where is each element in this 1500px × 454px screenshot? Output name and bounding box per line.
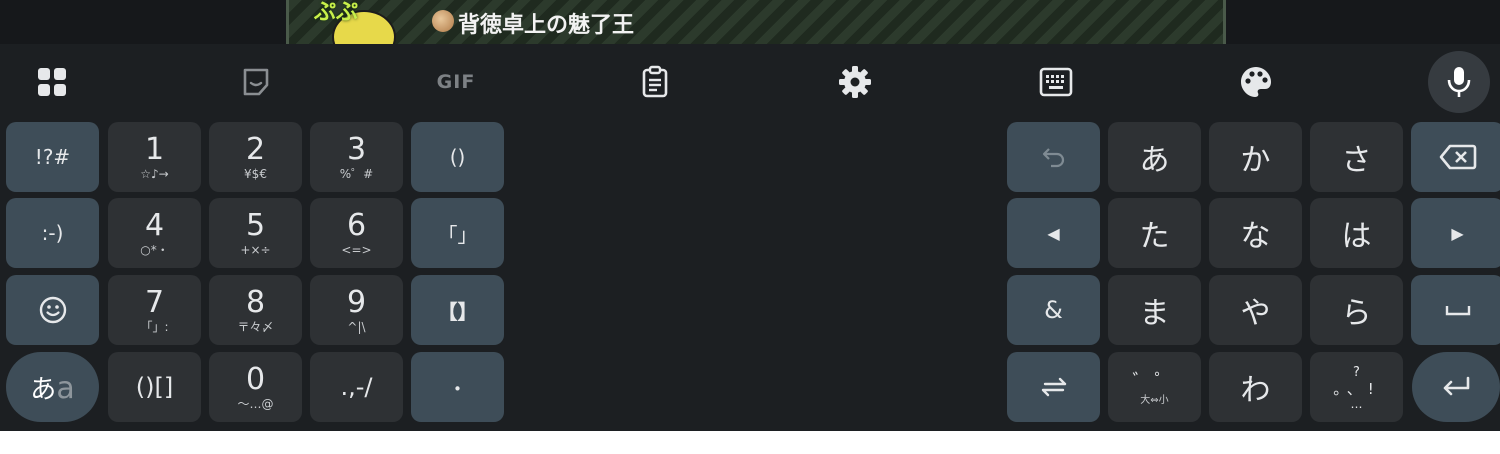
banner-sticker-text: ぷぷ	[314, 0, 359, 25]
settings-gear-icon[interactable]	[835, 62, 875, 102]
enter-return-icon	[1443, 376, 1470, 396]
key-0[interactable]: 0 〜…@	[209, 352, 302, 422]
kana-wa-key[interactable]: わ	[1209, 352, 1302, 422]
kana-na-key[interactable]: な	[1209, 198, 1302, 268]
brackets-key[interactable]: ()[]	[108, 352, 201, 422]
kana-sa-key[interactable]: さ	[1310, 122, 1403, 192]
key-7[interactable]: 7 「」:	[108, 275, 201, 345]
paren-key[interactable]: ()	[411, 122, 504, 192]
apps-grid-icon[interactable]	[32, 62, 72, 102]
enter-key[interactable]	[1412, 352, 1500, 422]
kana-punctuation-key[interactable]: ? 。、! …	[1310, 352, 1403, 422]
key-3[interactable]: 3 %゜#	[310, 122, 403, 192]
swap-arrows-icon	[1041, 377, 1066, 397]
kana-a-key[interactable]: あ	[1108, 122, 1201, 192]
kana-ya-key[interactable]: や	[1209, 275, 1302, 345]
space-key[interactable]: ␣	[1411, 275, 1500, 345]
ampersand-key[interactable]: &	[1007, 275, 1100, 345]
key-8[interactable]: 8 〒々〆	[209, 275, 302, 345]
punctuation-key[interactable]: .,-/	[310, 352, 403, 422]
middle-dot-key[interactable]: ・	[411, 352, 504, 422]
kana-ma-key[interactable]: ま	[1108, 275, 1201, 345]
undo-key[interactable]	[1007, 122, 1100, 192]
smiley-face-icon	[39, 296, 66, 324]
kana-ta-key[interactable]: た	[1108, 198, 1201, 268]
kagi-bracket-key[interactable]: 「」	[411, 198, 504, 268]
key-6[interactable]: 6 <=>	[310, 198, 403, 268]
key-1[interactable]: 1 ☆♪→	[108, 122, 201, 192]
key-5[interactable]: 5 +×÷	[209, 198, 302, 268]
clipboard-icon[interactable]	[635, 62, 675, 102]
sumitsuki-bracket-key[interactable]: 【】	[411, 275, 504, 345]
banner-title: 背徳卓上の魅了王	[458, 13, 635, 38]
swap-direction-key[interactable]	[1007, 352, 1100, 422]
dakuten-key[interactable]: ゛゜ 大⇔小	[1108, 352, 1201, 422]
emoji-key[interactable]	[6, 275, 99, 345]
kana-ha-key[interactable]: は	[1310, 198, 1403, 268]
kana-ra-key[interactable]: ら	[1310, 275, 1403, 345]
key-9[interactable]: 9 ^|\	[310, 275, 403, 345]
symbols-key[interactable]: !?#	[6, 122, 99, 192]
cursor-left-key[interactable]: ◀	[1007, 198, 1100, 268]
key-2[interactable]: 2 ¥$€	[209, 122, 302, 192]
microphone-icon[interactable]	[1428, 51, 1490, 113]
theme-palette-icon[interactable]	[1236, 62, 1276, 102]
gif-icon[interactable]: GIF	[434, 62, 478, 102]
keyboard: GIF !?# 1 ☆♪→ 2 ¥$€ 3 %゜# ():-) 4 ○*・ 5…	[0, 44, 1500, 431]
sticker-icon[interactable]	[236, 62, 276, 102]
kana-ka-key[interactable]: か	[1209, 122, 1302, 192]
backspace-key[interactable]	[1411, 122, 1500, 192]
undo-icon	[1042, 148, 1064, 168]
banner-avatar	[432, 10, 454, 32]
cursor-right-key[interactable]: ▶	[1411, 198, 1500, 268]
space-icon	[1445, 306, 1470, 316]
keyboard-icon[interactable]	[1036, 62, 1076, 102]
backspace-icon	[1439, 144, 1476, 170]
key-4[interactable]: 4 ○*・	[108, 198, 201, 268]
emoticon-key[interactable]: :-)	[6, 198, 99, 268]
stream-banner	[286, 0, 1226, 44]
input-mode-toggle-key[interactable]: あa	[6, 352, 99, 422]
banner-sticker-image: ぷぷ	[310, 0, 410, 44]
page-bottom-area	[0, 431, 1500, 454]
